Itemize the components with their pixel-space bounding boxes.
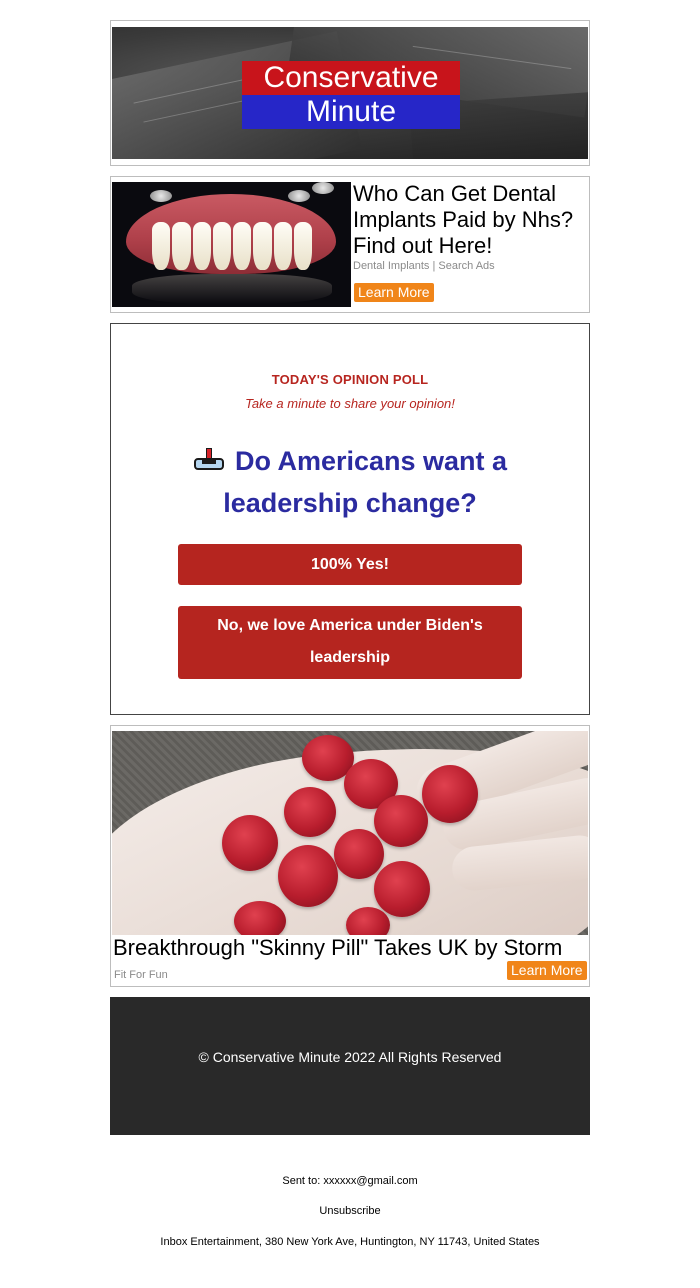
poll-option-no-button[interactable]: No, we love America under Biden's leader… [178, 606, 522, 679]
poll-question-text: Do Americans want a leadership change? [223, 446, 508, 518]
ad-source: Fit For Fun [114, 969, 168, 981]
ad-title[interactable]: Who Can Get Dental Implants Paid by Nhs?… [353, 181, 589, 259]
poll-option-yes-button[interactable]: 100% Yes! [178, 544, 522, 585]
gummies-in-hand-image[interactable] [112, 731, 588, 935]
poll-kicker: TODAY'S OPINION POLL [271, 372, 429, 387]
copyright-text: © Conservative Minute 2022 All Rights Re… [198, 1049, 502, 1065]
skinny-pill-ad[interactable]: Breakthrough "Skinny Pill" Takes UK by S… [110, 725, 590, 987]
logo-line-1: Conservative [242, 61, 460, 95]
unsubscribe-link[interactable]: Unsubscribe [0, 1205, 700, 1217]
footer: © Conservative Minute 2022 All Rights Re… [110, 997, 590, 1135]
newspaper-banner[interactable]: Conservative Minute [112, 27, 588, 159]
opinion-poll: TODAY'S OPINION POLL Take a minute to sh… [110, 323, 590, 715]
ad-source: Dental Implants | Search Ads [353, 260, 495, 272]
sent-to-text: Sent to: xxxxxx@gmail.com [282, 1175, 418, 1187]
ballot-box-icon [193, 448, 225, 472]
poll-question: Do Americans want a leadership change? [151, 440, 549, 524]
logo-line-2: Minute [242, 95, 460, 129]
poll-subtitle: Take a minute to share your opinion! [245, 396, 455, 411]
dental-ad[interactable]: Who Can Get Dental Implants Paid by Nhs?… [110, 176, 590, 313]
brand-logo[interactable]: Conservative Minute [242, 61, 460, 129]
ad-title[interactable]: Breakthrough "Skinny Pill" Takes UK by S… [113, 935, 589, 961]
sender-address: Inbox Entertainment, 380 New York Ave, H… [160, 1236, 540, 1248]
dental-implants-image[interactable] [112, 182, 351, 307]
learn-more-button[interactable]: Learn More [354, 283, 434, 302]
header-banner-box: Conservative Minute [110, 20, 590, 166]
learn-more-button[interactable]: Learn More [507, 961, 587, 980]
